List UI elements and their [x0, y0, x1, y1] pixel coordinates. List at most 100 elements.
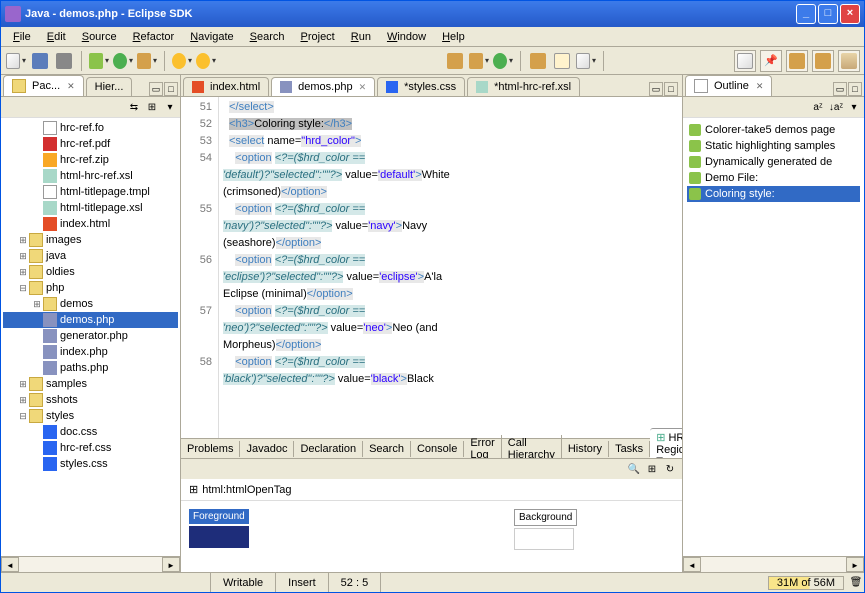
nav-back-button[interactable]: [171, 50, 193, 72]
bottom-tab-javadoc[interactable]: Javadoc: [240, 441, 294, 457]
expand-icon[interactable]: ⊞: [189, 483, 198, 496]
outline-item[interactable]: Demo File:: [687, 170, 860, 186]
menu-file[interactable]: File: [5, 29, 39, 45]
tree-item[interactable]: generator.php: [3, 328, 178, 344]
menu-source[interactable]: Source: [74, 29, 125, 45]
region-tree-node[interactable]: ⊞ html:htmlOpenTag: [181, 479, 682, 501]
maximize-view-button[interactable]: □: [164, 82, 178, 96]
collapse-all-button[interactable]: ⇆: [126, 99, 142, 115]
sort-alpha-button[interactable]: aᶻ: [810, 99, 826, 115]
tree-item[interactable]: ⊞demos: [3, 296, 178, 312]
refresh-button[interactable]: ↻: [662, 461, 678, 477]
new-pkg-button[interactable]: [468, 50, 490, 72]
filter-button[interactable]: 🔍: [626, 461, 642, 477]
menu-search[interactable]: Search: [242, 29, 293, 45]
tree-item[interactable]: index.php: [3, 344, 178, 360]
menu-edit[interactable]: Edit: [39, 29, 74, 45]
nav-fwd-button[interactable]: [195, 50, 217, 72]
menu-navigate[interactable]: Navigate: [182, 29, 241, 45]
menu-window[interactable]: Window: [379, 29, 434, 45]
bottom-tab-console[interactable]: Console: [411, 441, 464, 457]
menu-project[interactable]: Project: [293, 29, 343, 45]
editor-tab[interactable]: *styles.css: [377, 77, 465, 96]
foreground-swatch[interactable]: [189, 526, 249, 548]
hide-fields-button[interactable]: ↓aᶻ: [828, 99, 844, 115]
tree-item[interactable]: hrc-ref.css: [3, 440, 178, 456]
hierarchy-tab[interactable]: Hier...: [86, 77, 133, 96]
outline-scrollbar-h[interactable]: [683, 556, 864, 572]
link-editor-button[interactable]: ⊞: [144, 99, 160, 115]
tree-item[interactable]: hrc-ref.fo: [3, 120, 178, 136]
outline-item[interactable]: Coloring style:: [687, 186, 860, 202]
view-menu-button[interactable]: ▾: [162, 99, 178, 115]
new-class-button[interactable]: [492, 50, 514, 72]
open-resource-button[interactable]: [575, 50, 597, 72]
background-swatch[interactable]: [514, 528, 574, 550]
debug-button[interactable]: [88, 50, 110, 72]
tree-item[interactable]: styles.css: [3, 456, 178, 472]
persp-open-button[interactable]: [786, 50, 808, 72]
minimize-button[interactable]: _: [796, 4, 816, 24]
tree-item[interactable]: paths.php: [3, 360, 178, 376]
run-ext-button[interactable]: [136, 50, 158, 72]
outline-tab[interactable]: Outline ✕: [685, 75, 772, 96]
bottom-tab-tasks[interactable]: Tasks: [609, 441, 650, 457]
tree-item[interactable]: ⊞images: [3, 232, 178, 248]
bottom-tab-history[interactable]: History: [562, 441, 609, 457]
menu-help[interactable]: Help: [434, 29, 473, 45]
outline-list[interactable]: Colorer-take5 demos pageStatic highlight…: [683, 118, 864, 556]
editor-tab[interactable]: *html-hrc-ref.xsl: [467, 77, 580, 96]
persp-java-button[interactable]: [838, 50, 860, 72]
editor-tab[interactable]: demos.php✕: [271, 77, 375, 96]
tree-item[interactable]: ⊟styles: [3, 408, 178, 424]
tree-item[interactable]: hrc-ref.zip: [3, 152, 178, 168]
tree-item[interactable]: html-titlepage.xsl: [3, 200, 178, 216]
bottom-tab-problems[interactable]: Problems: [181, 441, 240, 457]
outline-item[interactable]: Colorer-take5 demos page: [687, 122, 860, 138]
code-editor[interactable]: </select> <h3>Coloring style:</h3> <sele…: [219, 97, 682, 438]
outline-item[interactable]: Dynamically generated de: [687, 154, 860, 170]
menu-run[interactable]: Run: [343, 29, 379, 45]
open-folder-button[interactable]: [527, 50, 549, 72]
persp-folder-icon[interactable]: [812, 50, 834, 72]
tree-item[interactable]: ⊞sshots: [3, 392, 178, 408]
outline-menu-button[interactable]: ▾: [846, 99, 862, 115]
tree-button[interactable]: ⊞: [644, 461, 660, 477]
close-button[interactable]: ×: [840, 4, 860, 24]
persp-calendar-icon[interactable]: [734, 50, 756, 72]
editor-minimize-button[interactable]: ▭: [649, 82, 663, 96]
tree-item[interactable]: ⊞oldies: [3, 264, 178, 280]
search-button[interactable]: [551, 50, 573, 72]
persp-pin-icon[interactable]: 📌: [760, 50, 782, 72]
close-icon[interactable]: ✕: [756, 81, 764, 92]
tree-item[interactable]: ⊟php: [3, 280, 178, 296]
close-icon[interactable]: ✕: [67, 81, 75, 92]
tree-item[interactable]: hrc-ref.pdf: [3, 136, 178, 152]
tree-item[interactable]: html-hrc-ref.xsl: [3, 168, 178, 184]
run-button[interactable]: [112, 50, 134, 72]
minimize-view-button[interactable]: ▭: [149, 82, 163, 96]
tree-item[interactable]: doc.css: [3, 424, 178, 440]
bottom-tab-search[interactable]: Search: [363, 441, 411, 457]
tree-item[interactable]: ⊞java: [3, 248, 178, 264]
outline-min-button[interactable]: ▭: [833, 82, 847, 96]
new-button[interactable]: [5, 50, 27, 72]
tree-item[interactable]: html-titlepage.tmpl: [3, 184, 178, 200]
tree-item[interactable]: demos.php: [3, 312, 178, 328]
status-memory[interactable]: 31M of 56M: [768, 576, 844, 590]
maximize-button[interactable]: □: [818, 4, 838, 24]
outline-item[interactable]: Static highlighting samples: [687, 138, 860, 154]
menu-refactor[interactable]: Refactor: [125, 29, 183, 45]
tree-scrollbar-h[interactable]: [1, 556, 180, 572]
gc-button[interactable]: 🗑: [848, 575, 864, 591]
print-button[interactable]: [53, 50, 75, 72]
bottom-tab-declaration[interactable]: Declaration: [294, 441, 363, 457]
open-type-button[interactable]: [444, 50, 466, 72]
tree-item[interactable]: index.html: [3, 216, 178, 232]
tree-item[interactable]: ⊞samples: [3, 376, 178, 392]
editor-tab[interactable]: index.html: [183, 77, 269, 96]
save-button[interactable]: [29, 50, 51, 72]
outline-max-button[interactable]: □: [848, 82, 862, 96]
editor-maximize-button[interactable]: □: [664, 82, 678, 96]
package-explorer-tab[interactable]: Pac... ✕: [3, 75, 84, 96]
